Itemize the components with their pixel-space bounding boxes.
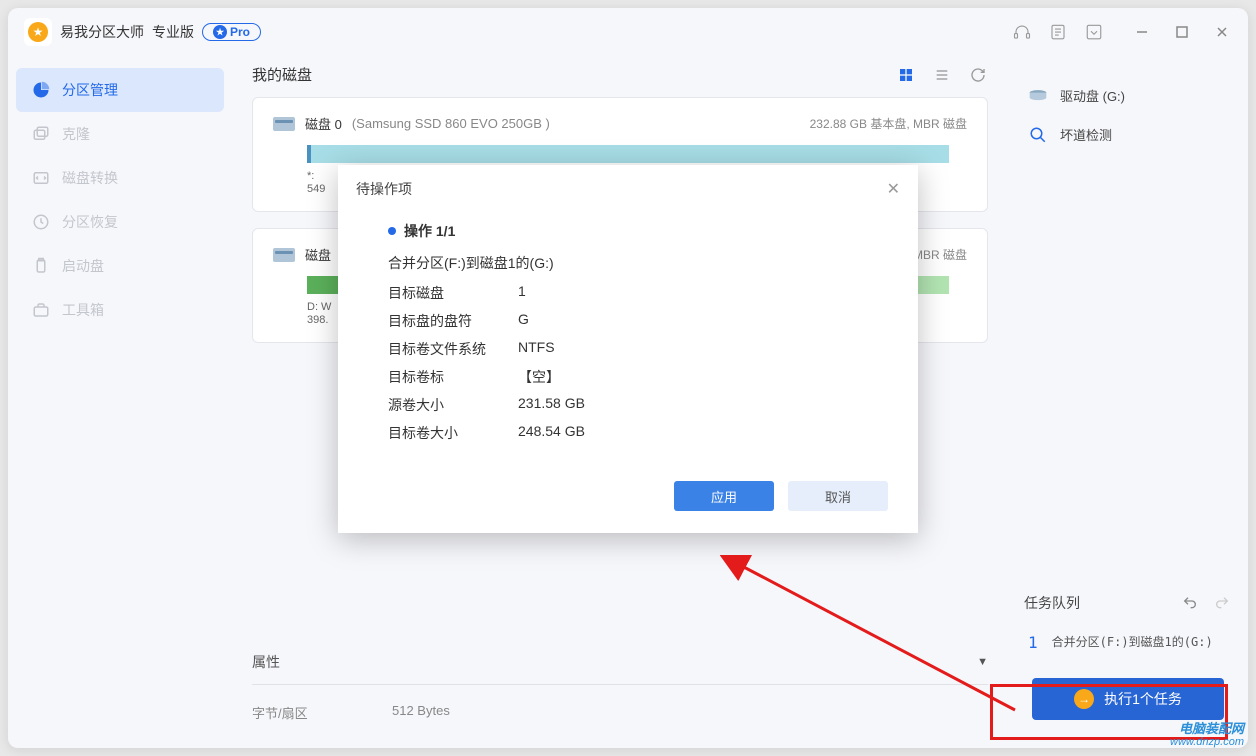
execute-button[interactable]: → 执行1个任务 bbox=[1032, 678, 1224, 720]
sidebar-item-label: 分区管理 bbox=[62, 80, 118, 100]
sidebar-item-label: 磁盘转换 bbox=[62, 168, 118, 188]
redo-icon[interactable] bbox=[1212, 593, 1232, 613]
close-icon[interactable]: ✕ bbox=[887, 179, 900, 199]
pie-icon bbox=[32, 81, 50, 99]
sidebar-item-clone[interactable]: 克隆 bbox=[16, 112, 224, 156]
sidebar-item-boot[interactable]: 启动盘 bbox=[16, 244, 224, 288]
op-title: 操作 1/1 bbox=[404, 221, 455, 241]
disk-meta: 232.88 GB 基本盘, MBR 磁盘 bbox=[810, 115, 967, 132]
toolbox-icon bbox=[32, 301, 50, 319]
prop-value: 512 Bytes bbox=[392, 703, 450, 722]
properties-title: 属性 bbox=[252, 652, 280, 672]
task-num: 1 bbox=[1028, 633, 1038, 652]
app-logo: ★ bbox=[24, 18, 52, 46]
properties-row: 字节/扇区 512 Bytes bbox=[252, 685, 988, 740]
list-view-icon[interactable] bbox=[932, 65, 952, 85]
disk-bar[interactable] bbox=[307, 145, 949, 163]
titlebar: ★ 易我分区大师 专业版 ★Pro bbox=[8, 8, 1248, 56]
app-edition: 专业版 bbox=[152, 22, 194, 42]
disk-model: (Samsung SSD 860 EVO 250GB ) bbox=[352, 116, 550, 131]
op-row: 目标磁盘1 bbox=[388, 283, 888, 303]
disk-meta: MBR 磁盘 bbox=[913, 246, 967, 263]
clone-icon bbox=[32, 125, 50, 143]
scan-icon bbox=[1028, 127, 1048, 143]
main-header: 我的磁盘 bbox=[252, 64, 988, 85]
bullet-icon bbox=[388, 227, 396, 235]
undo-icon[interactable] bbox=[1180, 593, 1200, 613]
op-description: 合并分区(F:)到磁盘1的(G:) bbox=[388, 253, 888, 273]
task-queue-title: 任务队列 bbox=[1024, 593, 1080, 613]
dialog-header: 待操作项 ✕ bbox=[338, 165, 918, 213]
dropdown-icon[interactable] bbox=[1084, 22, 1104, 42]
properties-header[interactable]: 属性 ▼ bbox=[252, 640, 988, 685]
sidebar-item-partition[interactable]: 分区管理 bbox=[16, 68, 224, 112]
close-button[interactable] bbox=[1212, 22, 1232, 42]
op-row: 源卷大小231.58 GB bbox=[388, 395, 888, 415]
sidebar-item-label: 克隆 bbox=[62, 124, 90, 144]
execute-label: 执行1个任务 bbox=[1104, 689, 1182, 709]
drive-icon bbox=[1028, 88, 1048, 104]
sidebar-item-recover[interactable]: 分区恢复 bbox=[16, 200, 224, 244]
disk-name: 磁盘 0 bbox=[305, 114, 342, 133]
op-header: 操作 1/1 bbox=[388, 221, 888, 241]
rp-label: 坏道检测 bbox=[1060, 125, 1112, 144]
arrow-right-icon: → bbox=[1074, 689, 1094, 709]
task-queue-header: 任务队列 bbox=[1024, 585, 1232, 621]
op-row: 目标盘的盘符G bbox=[388, 311, 888, 331]
grid-view-icon[interactable] bbox=[896, 65, 916, 85]
sidebar-item-label: 启动盘 bbox=[62, 256, 104, 276]
sidebar-item-label: 工具箱 bbox=[62, 300, 104, 320]
headset-icon[interactable] bbox=[1012, 22, 1032, 42]
view-controls bbox=[896, 65, 988, 85]
apply-button[interactable]: 应用 bbox=[674, 481, 774, 511]
properties-section: 属性 ▼ 字节/扇区 512 Bytes bbox=[252, 640, 988, 740]
right-panel: 驱动盘 (G:) 坏道检测 任务队列 1 合并分区(F:)到磁盘1的(G:) bbox=[1008, 56, 1248, 748]
op-row: 目标卷标【空】 bbox=[388, 367, 888, 387]
hdd-icon bbox=[273, 117, 295, 131]
dialog-title: 待操作项 bbox=[356, 179, 412, 199]
task-queue-item[interactable]: 1 合并分区(F:)到磁盘1的(G:) bbox=[1024, 621, 1232, 664]
minimize-button[interactable] bbox=[1132, 22, 1152, 42]
usb-icon bbox=[32, 257, 50, 275]
sidebar-item-convert[interactable]: 磁盘转换 bbox=[16, 156, 224, 200]
app-title: 易我分区大师 bbox=[60, 22, 144, 42]
sidebar-item-toolbox[interactable]: 工具箱 bbox=[16, 288, 224, 332]
rp-item-badsector[interactable]: 坏道检测 bbox=[1024, 115, 1232, 154]
dialog-body: 操作 1/1 合并分区(F:)到磁盘1的(G:) 目标磁盘1 目标盘的盘符G 目… bbox=[338, 213, 918, 471]
window-controls bbox=[1132, 22, 1232, 42]
cancel-button[interactable]: 取消 bbox=[788, 481, 888, 511]
dialog-footer: 应用 取消 bbox=[338, 471, 918, 533]
task-text: 合并分区(F:)到磁盘1的(G:) bbox=[1052, 633, 1213, 652]
recover-icon bbox=[32, 213, 50, 231]
op-row: 目标卷文件系统NTFS bbox=[388, 339, 888, 359]
note-icon[interactable] bbox=[1048, 22, 1068, 42]
chevron-down-icon: ▼ bbox=[977, 656, 988, 668]
maximize-button[interactable] bbox=[1172, 22, 1192, 42]
convert-icon bbox=[32, 169, 50, 187]
hdd-icon bbox=[273, 248, 295, 262]
sidebar-item-label: 分区恢复 bbox=[62, 212, 118, 232]
titlebar-icons bbox=[1012, 22, 1104, 42]
rp-label: 驱动盘 (G:) bbox=[1060, 86, 1125, 105]
main-title: 我的磁盘 bbox=[252, 64, 312, 85]
rp-item-drive[interactable]: 驱动盘 (G:) bbox=[1024, 76, 1232, 115]
prop-label: 字节/扇区 bbox=[252, 703, 392, 722]
refresh-icon[interactable] bbox=[968, 65, 988, 85]
task-queue: 任务队列 1 合并分区(F:)到磁盘1的(G:) → 执行1个任务 bbox=[1024, 585, 1232, 728]
disk-name: 磁盘 bbox=[305, 245, 331, 264]
op-row: 目标卷大小248.54 GB bbox=[388, 423, 888, 443]
sidebar: 分区管理 克隆 磁盘转换 分区恢复 启动盘 工具箱 bbox=[8, 56, 232, 748]
pro-badge: ★Pro bbox=[202, 23, 261, 41]
pending-ops-dialog: 待操作项 ✕ 操作 1/1 合并分区(F:)到磁盘1的(G:) 目标磁盘1 目标… bbox=[338, 165, 918, 533]
